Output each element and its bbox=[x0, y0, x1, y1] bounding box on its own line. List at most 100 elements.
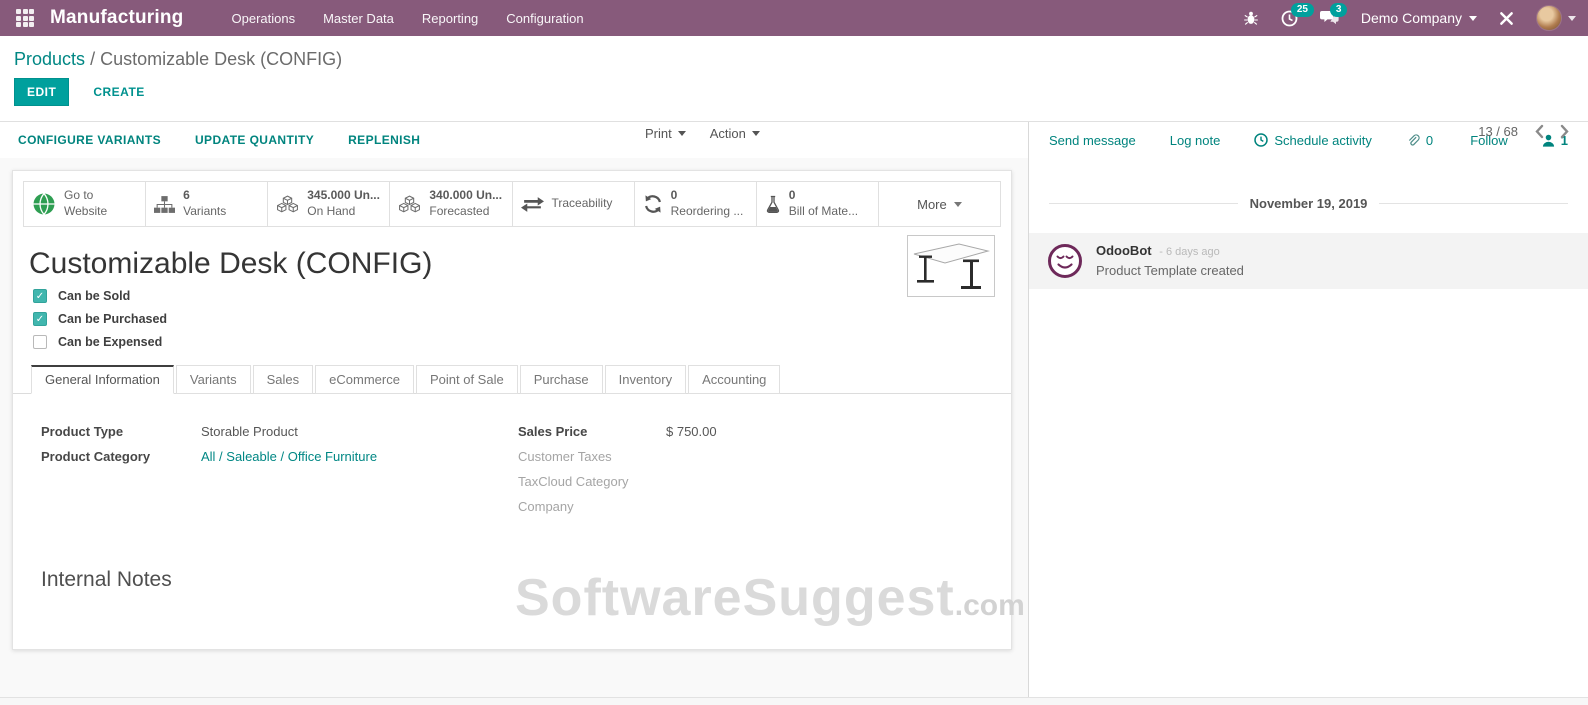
control-panel: Products / Customizable Desk (CONFIG) ED… bbox=[0, 36, 1588, 122]
update-quantity-button[interactable]: UPDATE QUANTITY bbox=[195, 133, 314, 147]
internal-notes-heading: Internal Notes bbox=[41, 568, 1011, 592]
product-image[interactable] bbox=[907, 235, 995, 297]
smart-button-line2: Website bbox=[64, 204, 107, 218]
chevron-down-icon bbox=[752, 131, 760, 136]
schedule-activity-button[interactable]: Schedule activity bbox=[1254, 133, 1372, 148]
smart-button-label: Forecasted bbox=[429, 204, 489, 218]
tab-variants[interactable]: Variants bbox=[176, 365, 251, 394]
attachment-count: 0 bbox=[1426, 133, 1433, 148]
log-note-button[interactable]: Log note bbox=[1170, 133, 1221, 148]
company-name: Demo Company bbox=[1361, 10, 1462, 26]
smart-button-line1: Go to bbox=[64, 188, 93, 202]
smart-button-forecasted[interactable]: 340.000 Un... Forecasted bbox=[390, 182, 512, 226]
smart-button-bom[interactable]: 0Bill of Mate... bbox=[757, 182, 879, 226]
smart-button-label: Variants bbox=[183, 204, 226, 218]
message-author[interactable]: OdooBot bbox=[1096, 243, 1152, 258]
exchange-arrows-icon bbox=[521, 197, 544, 212]
smart-button-traceability[interactable]: Traceability bbox=[513, 182, 635, 226]
smart-button-value: 6 bbox=[183, 188, 190, 202]
tab-ecommerce[interactable]: eCommerce bbox=[315, 365, 414, 394]
pager-next-icon[interactable] bbox=[1560, 124, 1570, 139]
breadcrumb-separator: / bbox=[90, 49, 100, 69]
company-switcher[interactable]: Demo Company bbox=[1361, 10, 1477, 26]
can-be-purchased-checkbox[interactable]: ✓ bbox=[33, 312, 47, 326]
form-panel: CONFIGURE VARIANTS UPDATE QUANTITY REPLE… bbox=[0, 122, 1029, 697]
sitemap-icon bbox=[154, 196, 175, 213]
smart-button-more[interactable]: More bbox=[879, 182, 1000, 226]
field-product-type: Product Type Storable Product bbox=[41, 424, 518, 439]
print-dropdown[interactable]: Print bbox=[645, 126, 686, 141]
smart-button-value: 340.000 Un... bbox=[429, 188, 502, 202]
breadcrumb-current: Customizable Desk (CONFIG) bbox=[100, 49, 342, 69]
statusbar-buttons: CONFIGURE VARIANTS UPDATE QUANTITY REPLE… bbox=[0, 122, 1028, 158]
more-label: More bbox=[917, 197, 947, 212]
tab-accounting[interactable]: Accounting bbox=[688, 365, 780, 394]
clock-icon bbox=[1254, 133, 1268, 147]
activity-count-badge: 25 bbox=[1291, 3, 1314, 17]
menu-configuration[interactable]: Configuration bbox=[506, 11, 583, 26]
debug-bug-icon[interactable] bbox=[1243, 10, 1259, 26]
smart-button-value: 0 bbox=[671, 188, 678, 202]
menu-master-data[interactable]: Master Data bbox=[323, 11, 394, 26]
apps-grid-icon[interactable] bbox=[16, 9, 34, 27]
smart-button-reordering[interactable]: 0 Reordering ... bbox=[635, 182, 757, 226]
breadcrumb-products-link[interactable]: Products bbox=[14, 49, 85, 69]
smart-button-label: Traceability bbox=[552, 196, 613, 210]
send-message-button[interactable]: Send message bbox=[1049, 133, 1136, 148]
desk-image bbox=[911, 239, 991, 293]
chatter-message: OdooBot - 6 days ago Product Template cr… bbox=[1029, 233, 1588, 289]
smart-button-label: Bill of Mate... bbox=[789, 204, 858, 218]
tab-sales[interactable]: Sales bbox=[253, 365, 314, 394]
checkbox-label: Can be Purchased bbox=[58, 312, 167, 326]
smart-button-variants[interactable]: 6 Variants bbox=[146, 182, 268, 226]
support-tools-icon[interactable] bbox=[1499, 11, 1514, 26]
attachments-button[interactable]: 0 bbox=[1406, 133, 1433, 148]
field-label: Sales Price bbox=[518, 424, 666, 439]
field-label: TaxCloud Category bbox=[518, 474, 666, 489]
top-nav-bar: Manufacturing Operations Master Data Rep… bbox=[0, 0, 1588, 36]
pager-previous-icon[interactable] bbox=[1534, 124, 1544, 139]
horizontal-scrollbar[interactable] bbox=[0, 697, 1588, 705]
odoobot-avatar bbox=[1047, 243, 1083, 279]
smart-button-website[interactable]: Go to Website bbox=[24, 182, 146, 226]
action-dropdown[interactable]: Action bbox=[710, 126, 760, 141]
activities-clock-icon[interactable]: 25 bbox=[1281, 10, 1298, 27]
paperclip-icon bbox=[1406, 133, 1420, 148]
can-be-expensed-checkbox[interactable] bbox=[33, 335, 47, 349]
create-button[interactable]: CREATE bbox=[93, 85, 144, 99]
tab-purchase[interactable]: Purchase bbox=[520, 365, 603, 394]
menu-operations[interactable]: Operations bbox=[232, 11, 296, 26]
form-background: Go to Website 6 Variants 345.000 Un...On H… bbox=[0, 158, 1028, 697]
field-label: Company bbox=[518, 499, 666, 514]
checkbox-row-can-be-expensed: Can be Expensed bbox=[33, 335, 1011, 349]
refresh-icon bbox=[643, 194, 663, 214]
checkbox-label: Can be Sold bbox=[58, 289, 130, 303]
can-be-sold-checkbox[interactable]: ✓ bbox=[33, 289, 47, 303]
user-menu[interactable] bbox=[1536, 5, 1576, 31]
field-value: Storable Product bbox=[201, 424, 298, 439]
app-name[interactable]: Manufacturing bbox=[50, 7, 184, 29]
checkbox-label: Can be Expensed bbox=[58, 335, 162, 349]
checkbox-row-can-be-purchased: ✓ Can be Purchased bbox=[33, 312, 1011, 326]
flask-icon bbox=[765, 195, 781, 214]
field-group-right: Sales Price $ 750.00 Customer Taxes TaxC… bbox=[518, 424, 995, 524]
chevron-down-icon bbox=[1568, 16, 1576, 21]
tab-general-information[interactable]: General Information bbox=[31, 365, 174, 394]
smart-button-on-hand[interactable]: 345.000 Un...On Hand bbox=[268, 182, 390, 226]
tab-inventory[interactable]: Inventory bbox=[605, 365, 686, 394]
tab-point-of-sale[interactable]: Point of Sale bbox=[416, 365, 518, 394]
field-product-category: Product Category All / Saleable / Office… bbox=[41, 449, 518, 464]
message-count-badge: 3 bbox=[1330, 3, 1348, 17]
schedule-activity-label: Schedule activity bbox=[1274, 133, 1372, 148]
field-customer-taxes: Customer Taxes bbox=[518, 449, 995, 464]
configure-variants-button[interactable]: CONFIGURE VARIANTS bbox=[18, 133, 161, 147]
replenish-button[interactable]: REPLENISH bbox=[348, 133, 420, 147]
action-label: Action bbox=[710, 126, 746, 141]
messages-chat-icon[interactable]: 3 bbox=[1320, 10, 1339, 26]
edit-button[interactable]: EDIT bbox=[14, 78, 69, 106]
menu-reporting[interactable]: Reporting bbox=[422, 11, 478, 26]
form-sheet: Go to Website 6 Variants 345.000 Un...On H… bbox=[12, 170, 1012, 650]
chevron-down-icon bbox=[678, 131, 686, 136]
smart-button-label: Reordering ... bbox=[671, 204, 744, 218]
product-category-link[interactable]: All / Saleable / Office Furniture bbox=[201, 449, 377, 464]
